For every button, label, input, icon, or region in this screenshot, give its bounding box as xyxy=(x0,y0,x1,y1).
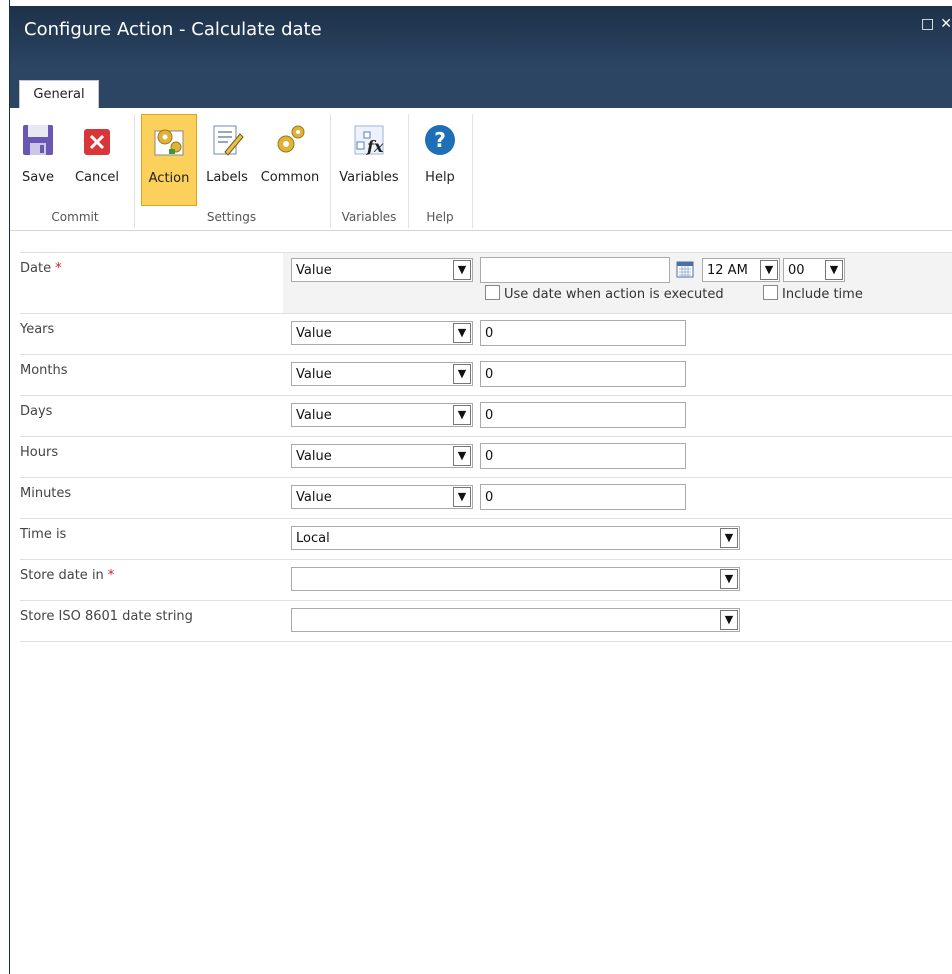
chevron-down-icon: ▼ xyxy=(453,260,471,280)
calendar-icon[interactable] xyxy=(676,260,694,278)
save-label: Save xyxy=(22,170,54,185)
dialog-window: Configure Action - Calculate date □ ✕ Gen… xyxy=(0,0,952,974)
help-label: Help xyxy=(425,170,455,185)
chevron-down-icon: ▼ xyxy=(453,446,471,466)
labels-button[interactable]: Labels xyxy=(202,114,252,204)
include-time-checkbox[interactable]: Include time xyxy=(763,285,863,302)
time-is-select[interactable]: Local ▼ xyxy=(291,526,740,550)
ribbon-separator xyxy=(472,114,473,228)
chevron-down-icon: ▼ xyxy=(453,364,471,384)
days-label: Days xyxy=(20,404,53,419)
years-input[interactable]: 0 xyxy=(480,320,686,346)
variables-fx-icon: fx xyxy=(351,122,387,158)
action-gears-icon xyxy=(151,123,187,159)
use-date-when-executed-checkbox[interactable]: Use date when action is executed xyxy=(485,285,724,302)
group-settings: Settings xyxy=(206,210,257,224)
group-help: Help xyxy=(426,210,454,224)
store-iso-select[interactable]: ▼ xyxy=(291,608,740,632)
time-is-label: Time is xyxy=(20,527,67,542)
minutes-label: Minutes xyxy=(20,486,72,501)
months-row: Months Value ▼ 0 xyxy=(20,354,952,395)
time-is-row: Time is Local ▼ xyxy=(20,518,952,559)
years-type-select[interactable]: Value ▼ xyxy=(291,321,473,345)
help-button[interactable]: ? Help xyxy=(416,114,464,204)
store-iso-label: Store ISO 8601 date string xyxy=(20,609,193,624)
tab-general[interactable]: General xyxy=(19,80,99,109)
chevron-down-icon: ▼ xyxy=(720,610,738,630)
checkbox-box xyxy=(485,285,500,300)
minute-select[interactable]: 00 ▼ xyxy=(783,258,845,282)
dialog-title: Configure Action - Calculate date xyxy=(24,19,322,40)
months-input[interactable]: 0 xyxy=(480,361,686,387)
title-bar: Configure Action - Calculate date □ ✕ Gen… xyxy=(10,6,952,109)
action-label: Action xyxy=(148,171,190,186)
svg-text:fx: fx xyxy=(366,137,384,156)
date-label: Date * xyxy=(20,261,62,276)
date-controls: Value ▼ 12 AM ▼ 00 ▼ Use date when action i… xyxy=(283,253,952,313)
maximize-icon[interactable]: □ xyxy=(921,16,934,32)
hours-label: Hours xyxy=(20,445,59,460)
action-button[interactable]: Action xyxy=(141,114,197,206)
help-icon: ? xyxy=(422,122,458,158)
required-mark: * xyxy=(55,261,62,276)
save-button[interactable]: Save xyxy=(16,114,60,204)
chevron-down-icon: ▼ xyxy=(825,260,843,280)
cancel-label: Cancel xyxy=(74,170,120,185)
labels-label: Labels xyxy=(206,170,248,185)
common-gears-icon xyxy=(272,122,308,158)
days-input[interactable]: 0 xyxy=(480,402,686,428)
variables-label: Variables xyxy=(339,170,399,185)
labels-pencil-icon xyxy=(209,122,245,158)
date-input[interactable] xyxy=(480,257,670,283)
date-row: Date * Value ▼ 12 AM ▼ 00 ▼ Use date when ac… xyxy=(20,252,952,313)
months-label: Months xyxy=(20,363,68,378)
variables-button[interactable]: fx Variables xyxy=(336,114,402,204)
minutes-input[interactable]: 0 xyxy=(480,484,686,510)
cancel-button[interactable]: Cancel xyxy=(66,114,128,204)
window-controls: □ ✕ xyxy=(915,16,952,32)
action-form: Date * Value ▼ 12 AM ▼ 00 ▼ Use date when ac… xyxy=(20,252,952,642)
days-type-select[interactable]: Value ▼ xyxy=(291,403,473,427)
chevron-down-icon: ▼ xyxy=(760,260,778,280)
days-row: Days Value ▼ 0 xyxy=(20,395,952,436)
group-commit: Commit xyxy=(51,210,99,224)
left-border xyxy=(0,0,10,974)
store-date-select[interactable]: ▼ xyxy=(291,567,740,591)
required-mark: * xyxy=(107,568,115,583)
chevron-down-icon: ▼ xyxy=(720,569,738,589)
store-date-label: Store date in * xyxy=(20,568,115,583)
floppy-disk-icon xyxy=(20,122,56,158)
date-type-select[interactable]: Value ▼ xyxy=(291,258,473,282)
checkbox-box xyxy=(763,285,778,300)
years-row: Years Value ▼ 0 xyxy=(20,313,952,354)
months-type-select[interactable]: Value ▼ xyxy=(291,362,473,386)
minutes-row: Minutes Value ▼ 0 xyxy=(20,477,952,518)
chevron-down-icon: ▼ xyxy=(453,323,471,343)
hour-select[interactable]: 12 AM ▼ xyxy=(702,258,780,282)
svg-text:?: ? xyxy=(434,128,446,152)
chevron-down-icon: ▼ xyxy=(453,405,471,425)
hours-type-select[interactable]: Value ▼ xyxy=(291,444,473,468)
ribbon: Save Cancel Commit Action Labels Common … xyxy=(10,108,952,231)
years-label: Years xyxy=(20,322,55,337)
cancel-icon xyxy=(79,122,115,158)
chevron-down-icon: ▼ xyxy=(453,487,471,507)
store-iso-row: Store ISO 8601 date string ▼ xyxy=(20,600,952,642)
minutes-type-select[interactable]: Value ▼ xyxy=(291,485,473,509)
close-icon[interactable]: ✕ xyxy=(940,16,952,32)
chevron-down-icon: ▼ xyxy=(720,528,738,548)
common-label: Common xyxy=(260,170,320,185)
hours-row: Hours Value ▼ 0 xyxy=(20,436,952,477)
ribbon-separator xyxy=(134,114,135,228)
hours-input[interactable]: 0 xyxy=(480,443,686,469)
ribbon-separator xyxy=(330,114,331,228)
group-variables: Variables xyxy=(341,210,397,224)
common-button[interactable]: Common xyxy=(258,114,322,204)
ribbon-separator xyxy=(408,114,409,228)
store-date-row: Store date in * ▼ xyxy=(20,559,952,600)
